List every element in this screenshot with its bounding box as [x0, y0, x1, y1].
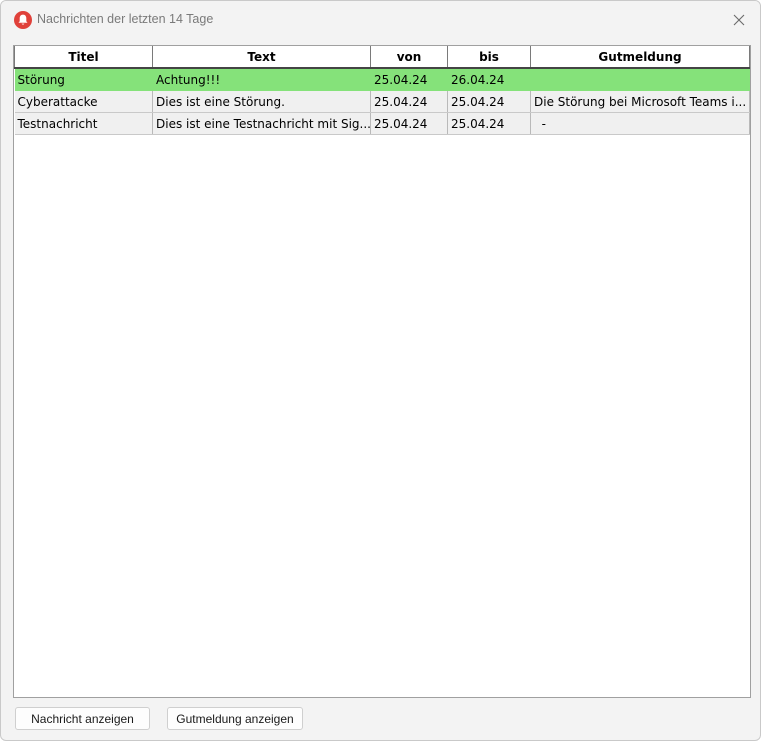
close-button[interactable] — [726, 7, 752, 33]
cell-von: 25.04.24 — [370, 112, 448, 135]
column-header-titel[interactable]: Titel — [14, 46, 153, 69]
messages-table-panel[interactable]: Titel Text von bis Gutmeldung Störung Ac… — [13, 45, 751, 698]
table-row[interactable]: Testnachricht Dies ist eine Testnachrich… — [14, 112, 750, 135]
show-gutmeldung-button[interactable]: Gutmeldung anzeigen — [167, 707, 303, 730]
table-header-row: Titel Text von bis Gutmeldung — [14, 46, 750, 69]
cell-text: Dies ist eine Störung. — [152, 90, 371, 113]
table-row[interactable]: Störung Achtung!!! 25.04.24 26.04.24 — [14, 68, 750, 91]
show-message-button[interactable]: Nachricht anzeigen — [15, 707, 150, 730]
cell-titel: Cyberattacke — [14, 90, 153, 113]
dialog-window: Nachrichten der letzten 14 Tage Titel Te… — [0, 0, 761, 741]
cell-titel: Störung — [14, 68, 153, 91]
cell-von: 25.04.24 — [370, 68, 448, 91]
cell-gutmeldung: Die Störung bei Microsoft Teams i... — [530, 90, 750, 113]
cell-bis: 25.04.24 — [447, 90, 531, 113]
cell-text: Achtung!!! — [152, 68, 371, 91]
cell-gutmeldung — [530, 68, 750, 91]
window-title: Nachrichten der letzten 14 Tage — [37, 12, 214, 26]
title-bar[interactable]: Nachrichten der letzten 14 Tage — [1, 1, 760, 39]
table-row[interactable]: Cyberattacke Dies ist eine Störung. 25.0… — [14, 90, 750, 113]
cell-gutmeldung: - — [530, 112, 750, 135]
cell-bis: 26.04.24 — [447, 68, 531, 91]
cell-von: 25.04.24 — [370, 90, 448, 113]
column-header-text[interactable]: Text — [152, 46, 371, 69]
messages-table: Titel Text von bis Gutmeldung Störung Ac… — [14, 46, 750, 135]
cell-bis: 25.04.24 — [447, 112, 531, 135]
cell-titel: Testnachricht — [14, 112, 153, 135]
column-header-bis[interactable]: bis — [447, 46, 531, 69]
column-header-gutmeldung[interactable]: Gutmeldung — [530, 46, 750, 69]
bell-alert-icon — [14, 11, 32, 29]
cell-text: Dies ist eine Testnachricht mit Sig... — [152, 112, 371, 135]
column-header-von[interactable]: von — [370, 46, 448, 69]
close-icon — [733, 14, 745, 26]
